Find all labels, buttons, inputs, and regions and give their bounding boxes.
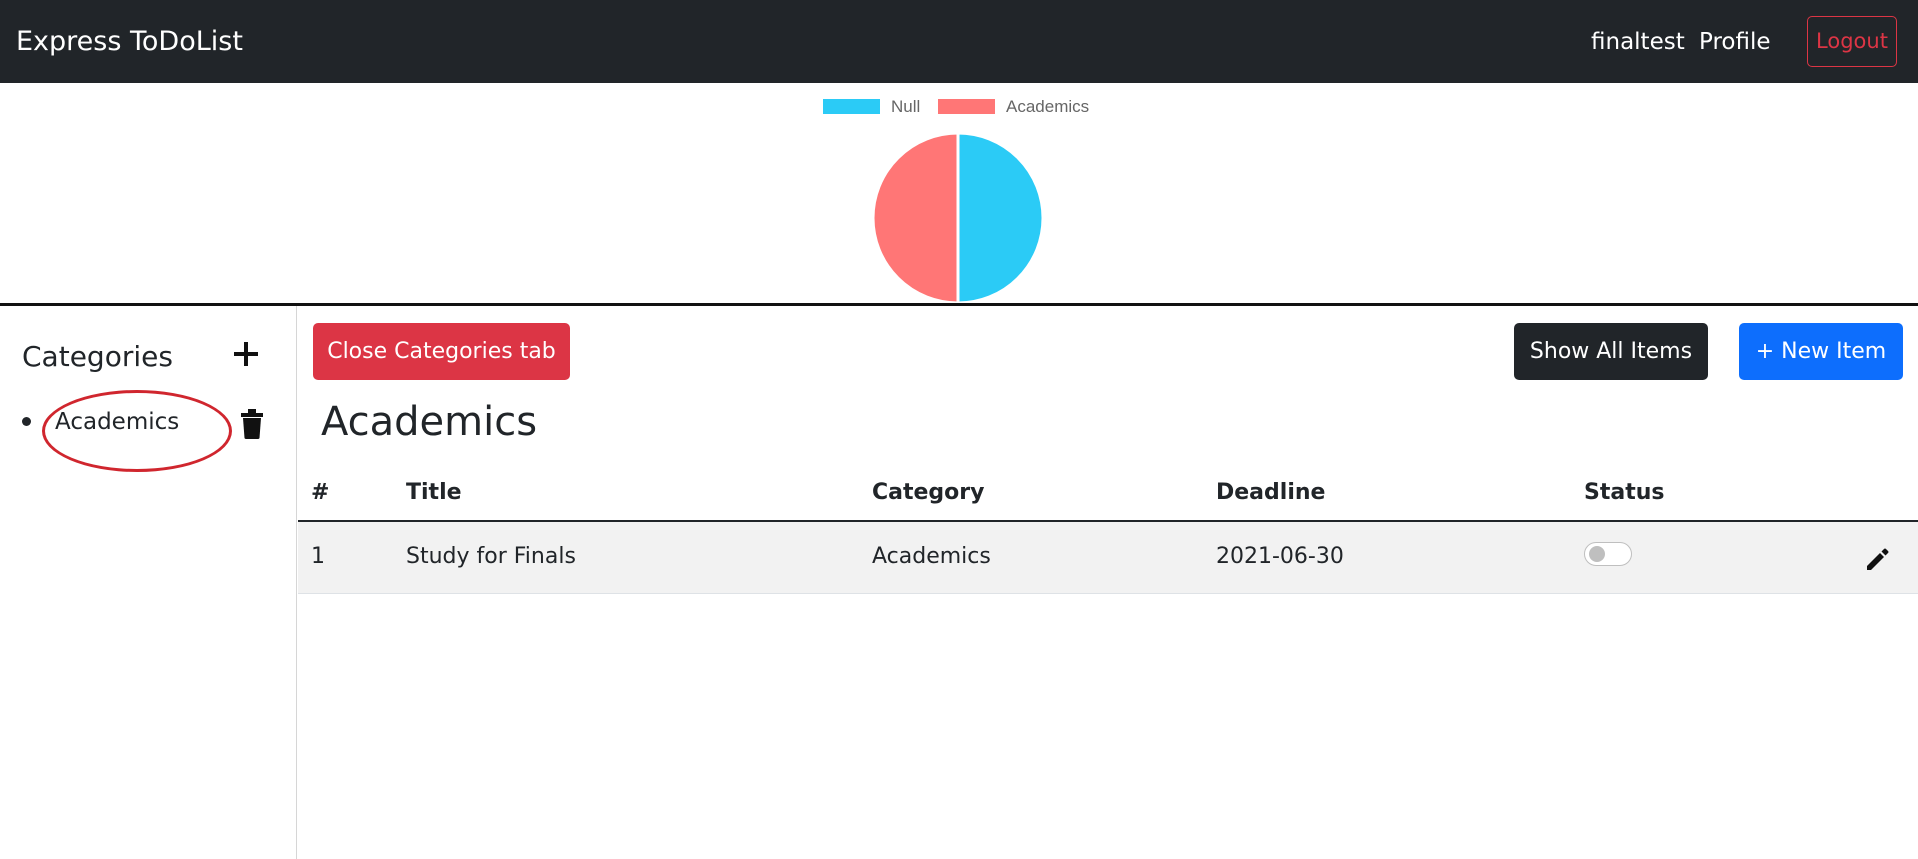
pie-slices — [871, 131, 1045, 305]
pie-slice-null[interactable] — [956, 131, 1045, 305]
table-row: 1 Study for Finals Academics 2021-06-30 — [298, 522, 1918, 594]
category-label[interactable]: Academics — [55, 406, 179, 438]
header-deadline: Deadline — [1216, 480, 1326, 505]
logout-button[interactable]: Logout — [1807, 16, 1897, 67]
category-chart: Null Academics — [0, 83, 1918, 305]
legend-item-academics[interactable]: Academics — [938, 97, 1089, 116]
main-content: Close Categories tab Show All Items + Ne… — [298, 306, 1918, 859]
app-brand[interactable]: Express ToDoList — [16, 24, 243, 60]
toggle-knob — [1589, 546, 1605, 562]
trash-icon[interactable] — [237, 408, 267, 440]
list-bullet — [22, 417, 31, 426]
items-table: # Title Category Deadline Status 1 Study… — [298, 464, 1918, 594]
table-header: # Title Category Deadline Status — [298, 464, 1918, 522]
cell-number: 1 — [311, 544, 325, 569]
header-status: Status — [1584, 480, 1665, 505]
pencil-icon[interactable] — [1863, 544, 1893, 574]
new-item-button[interactable]: + New Item — [1739, 323, 1903, 380]
legend-label: Academics — [1006, 97, 1089, 116]
legend-label: Null — [891, 97, 920, 116]
section-title: Academics — [321, 399, 538, 445]
cell-deadline: 2021-06-30 — [1216, 544, 1344, 569]
categories-sidebar: Categories Academics — [0, 306, 297, 859]
pie-chart: Null Academics — [823, 97, 1089, 305]
legend-swatch — [938, 99, 995, 114]
legend-swatch — [823, 99, 880, 114]
status-toggle[interactable] — [1584, 542, 1632, 566]
top-navbar: Express ToDoList finaltest Profile Logou… — [0, 0, 1918, 83]
cell-category: Academics — [872, 544, 991, 569]
add-category-icon[interactable] — [228, 336, 264, 372]
categories-title: Categories — [22, 340, 173, 373]
legend-item-null[interactable]: Null — [823, 97, 920, 116]
header-category: Category — [872, 480, 985, 505]
nav-profile-link[interactable]: Profile — [1699, 26, 1771, 58]
nav-username[interactable]: finaltest — [1591, 26, 1685, 58]
close-categories-button[interactable]: Close Categories tab — [313, 323, 570, 380]
chart-legend[interactable]: Null Academics — [823, 97, 1089, 116]
show-all-items-button[interactable]: Show All Items — [1514, 323, 1708, 380]
pie-slice-academics[interactable] — [871, 131, 960, 305]
header-number: # — [311, 480, 330, 505]
cell-title: Study for Finals — [406, 544, 576, 569]
header-title: Title — [406, 480, 462, 505]
